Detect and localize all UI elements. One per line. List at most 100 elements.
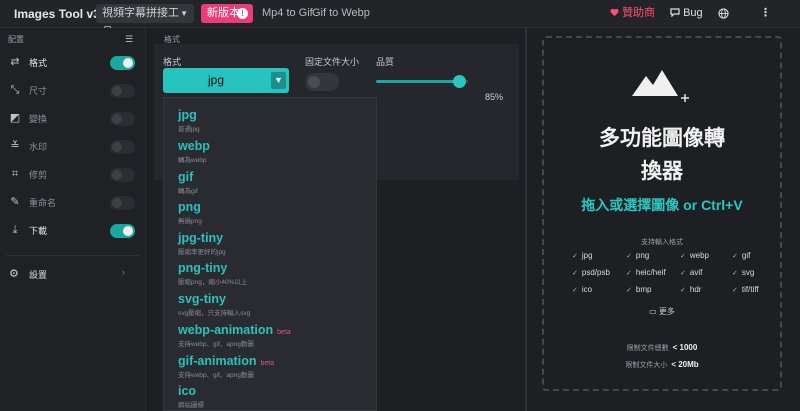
quality-slider-handle[interactable] — [453, 75, 466, 88]
more-formats-button[interactable]: ▭ 更多 — [544, 306, 780, 317]
format-dropdown: jpg 普通jpg webp 轉為webp gif 轉為gif png 無損pn… — [163, 97, 377, 411]
chevron-down-icon: ▼ — [180, 9, 188, 18]
crop-toggle[interactable] — [110, 168, 135, 182]
sidebar: 配置 ☰ ⇄ 格式 ⤡ 尺寸 ◩ 變換 ≚ 水印 ⌗ 修剪 ✎ 重命名 ⤓ 下載… — [0, 28, 146, 411]
sidebar-item-label: 變換 — [29, 114, 48, 124]
dropdown-option-jpg[interactable]: jpg 普通jpg — [178, 108, 200, 133]
tool-select[interactable]: 視頻字幕拼接工具 ▼ — [96, 4, 194, 38]
format-bmp: ✓ bmp — [626, 285, 652, 294]
dropdown-option-jpg-tiny[interactable]: jpg-tiny 壓縮率更好的jpg — [178, 231, 226, 256]
dropzone-subtitle: 拖入或選擇圖像 or Ctrl+V — [581, 197, 743, 213]
resize-icon: ⤡ — [10, 84, 20, 96]
dropdown-option-png[interactable]: png 無損png — [178, 200, 202, 225]
format-gif: ✓ gif — [732, 251, 751, 260]
sidebar-item-label: 重命名 — [29, 198, 57, 208]
check-icon: ✓ — [572, 270, 578, 277]
sidebar-item-crop[interactable]: ⌗ 修剪 — [0, 163, 146, 187]
check-icon: ✓ — [732, 270, 738, 277]
top-bar: Images Tool v3.0 視頻字幕拼接工具 ▼ 新版本 ! Mp4 to… — [0, 0, 800, 38]
check-icon: ✓ — [626, 253, 632, 260]
quality-slider[interactable] — [376, 75, 468, 88]
sidebar-item-label: 尺寸 — [29, 86, 48, 96]
settings-label: 設置 — [29, 270, 48, 280]
format-hdr: ✓ hdr — [680, 285, 702, 294]
sponsor-label: 贊助商 — [622, 7, 656, 19]
check-icon: ✓ — [626, 270, 632, 277]
quality-label: 品質 — [376, 57, 395, 67]
check-icon: ✓ — [680, 287, 686, 294]
chevron-right-icon: › — [122, 267, 125, 277]
format-webp: ✓ webp — [680, 251, 709, 260]
format-avif: ✓ avif — [680, 268, 703, 277]
check-icon: ✓ — [732, 287, 738, 294]
crop-icon: ⌗ — [11, 168, 19, 180]
alert-icon: ! — [237, 8, 248, 19]
dropzone-headline: 多功能圖像轉 換器 — [599, 127, 725, 183]
sidebar-item-transform[interactable]: ◩ 變換 — [0, 107, 146, 131]
new-version-label: 新版本 — [207, 7, 240, 19]
format-toggle[interactable] — [110, 56, 135, 70]
check-icon: ✓ — [626, 287, 632, 294]
supported-formats-title: 支持輸入格式 — [641, 239, 683, 246]
dropdown-option-webp-animation[interactable]: webp-animation beta 支持webp、gif、apng動圖 — [178, 323, 291, 348]
image-add-icon — [632, 70, 689, 102]
format-panel: 格式 格式 固定文件大小 品質 jpg ▼ 85% jpg 普通jpg webp… — [154, 28, 519, 411]
format-select[interactable]: jpg ▼ — [163, 68, 289, 93]
sidebar-item-size[interactable]: ⤡ 尺寸 — [0, 79, 146, 103]
swap-icon: ⇄ — [10, 56, 20, 68]
format-svg: ✓ svg — [732, 268, 755, 277]
rename-toggle[interactable] — [110, 196, 135, 210]
kebab-menu-icon: ⋮ — [760, 7, 771, 19]
download-toggle[interactable] — [110, 224, 135, 238]
format-select-value: jpg — [207, 73, 224, 87]
sidebar-item-label: 水印 — [29, 142, 48, 152]
heart-icon — [610, 8, 619, 17]
watermark-toggle[interactable] — [110, 140, 135, 154]
sidebar-divider — [6, 255, 140, 256]
image-drop-zone[interactable]: 多功能圖像轉 換器 拖入或選擇圖像 or Ctrl+V 支持輸入格式 ✓ jpg … — [542, 36, 782, 391]
check-icon: ✓ — [680, 270, 686, 277]
dropdown-option-gif[interactable]: gif 轉為gif — [178, 170, 198, 195]
gif-to-webp-link[interactable]: Gif to Webp — [312, 4, 370, 23]
transform-icon: ◩ — [9, 112, 21, 124]
format-png: ✓ png — [626, 251, 650, 260]
dropdown-option-png-tiny[interactable]: png-tiny 壓縮png，縮小40%以上 — [178, 261, 247, 286]
format-heic: ✓ heic/heif — [626, 268, 666, 277]
format-ico: ✓ ico — [572, 285, 593, 294]
new-version-button[interactable]: 新版本 ! — [201, 4, 253, 23]
check-icon: ✓ — [732, 253, 738, 260]
more-menu-button[interactable]: ⋮ — [760, 4, 772, 23]
download-icon: ⤓ — [12, 224, 18, 236]
sidebar-item-format[interactable]: ⇄ 格式 — [0, 51, 146, 75]
language-button[interactable] — [718, 4, 732, 23]
check-icon: ✓ — [680, 253, 686, 260]
bug-report-button[interactable]: Bug — [670, 4, 703, 23]
dropdown-option-svg-tiny[interactable]: svg-tiny svg壓縮，只支持輸入svg — [178, 292, 250, 317]
menu-icon[interactable]: ☰ — [125, 34, 133, 45]
sidebar-item-settings[interactable]: ⚙ 設置 › — [0, 264, 146, 284]
panel-divider — [525, 28, 527, 411]
globe-icon — [718, 8, 729, 19]
size-toggle[interactable] — [110, 84, 135, 98]
format-tif: ✓ tif/tiff — [732, 285, 759, 294]
sidebar-item-rename[interactable]: ✎ 重命名 — [0, 191, 146, 215]
fixed-size-label: 固定文件大小 — [305, 57, 360, 67]
chat-icon: ▭ — [649, 307, 657, 316]
fixed-size-toggle[interactable] — [305, 73, 339, 91]
sidebar-item-download[interactable]: ⤓ 下載 — [0, 219, 146, 243]
sidebar-item-label: 格式 — [29, 58, 48, 68]
beta-badge: beta — [260, 360, 275, 367]
file-count-limit: 限制文件總數 < 1000 — [626, 343, 698, 352]
beta-badge: beta — [277, 329, 291, 336]
mp4-to-gif-link[interactable]: Mp4 to Gif — [262, 4, 313, 23]
sidebar-item-watermark[interactable]: ≚ 水印 — [0, 135, 146, 159]
dropdown-option-gif-animation[interactable]: gif-animation beta 支持webp、gif、apng動圖 — [178, 354, 274, 379]
chevron-down-icon: ▼ — [271, 72, 286, 89]
dropdown-option-ico[interactable]: ico 網站圖標 — [178, 384, 204, 409]
check-icon: ✓ — [572, 287, 578, 294]
format-label: 格式 — [163, 57, 182, 67]
rename-icon: ✎ — [10, 196, 20, 208]
transform-toggle[interactable] — [110, 112, 135, 126]
sponsor-link[interactable]: 贊助商 — [610, 4, 655, 23]
dropdown-option-webp[interactable]: webp 轉為webp — [178, 139, 210, 164]
